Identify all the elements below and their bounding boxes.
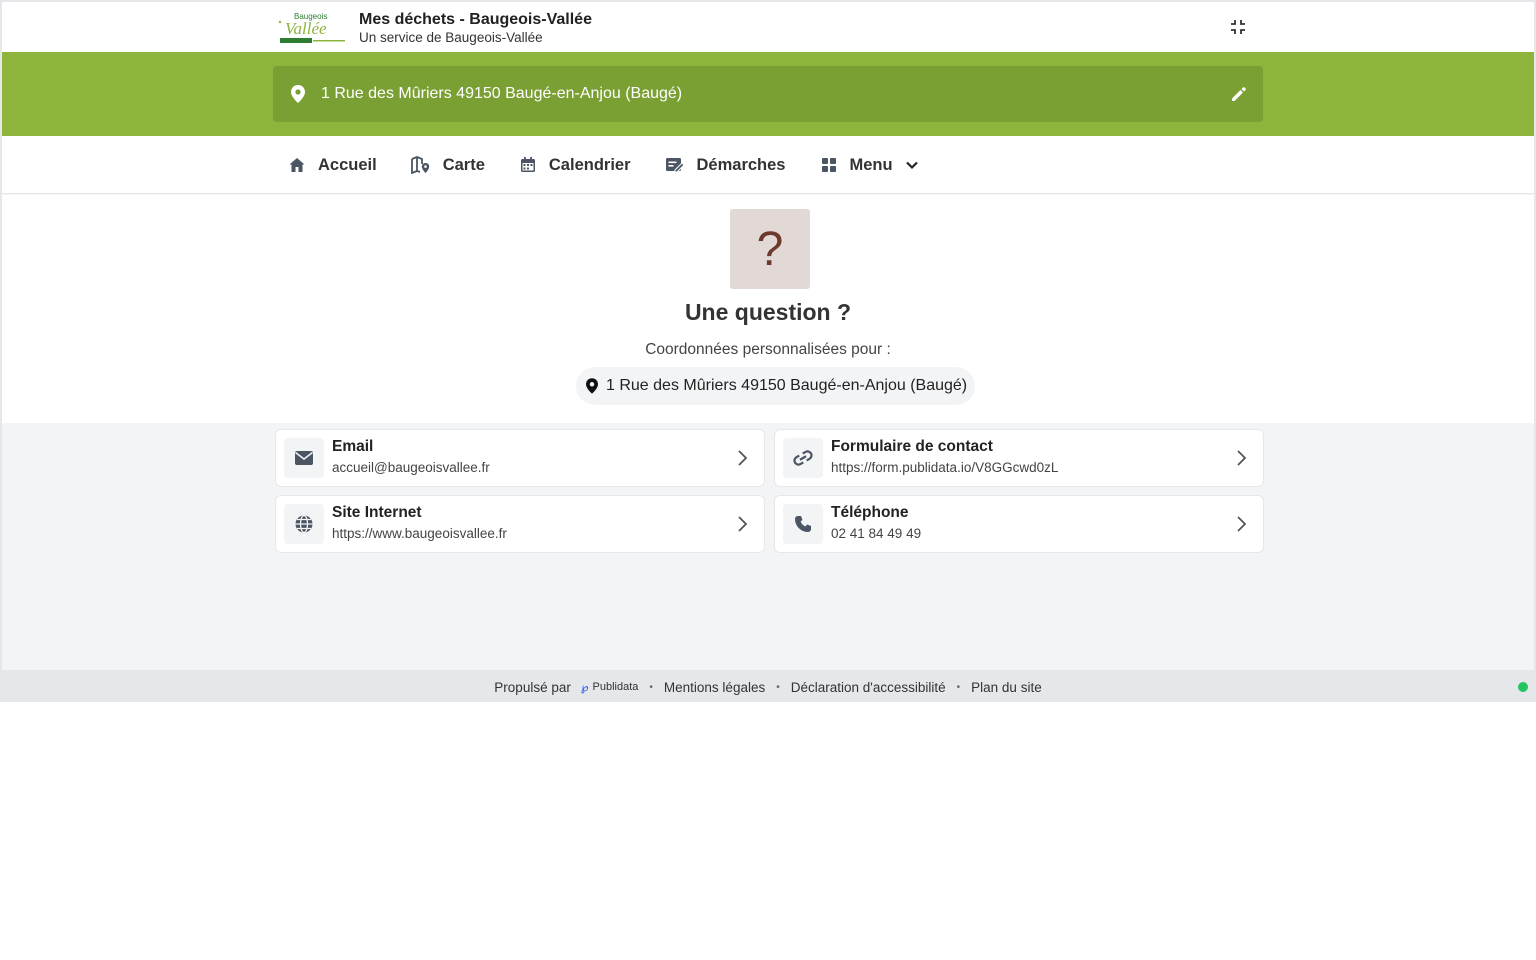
contact-card-email[interactable]: Email accueil@baugeoisvallee.fr: [275, 429, 765, 487]
page-title: Une question ?: [684, 299, 852, 325]
contact-card-website[interactable]: Site Internet https://www.baugeoisvallee…: [275, 495, 765, 553]
nav-demarches-label: Démarches: [696, 155, 786, 174]
app-frame: Baugeois Vallée Mes déchets - Baugeois-V…: [0, 0, 1536, 702]
grid-icon: [821, 158, 836, 172]
map-icon: [410, 156, 429, 174]
nav-menu[interactable]: Menu: [816, 145, 923, 185]
link-icon: [783, 438, 823, 478]
contact-card-phone[interactable]: Téléphone 02 41 84 49 49: [774, 495, 1264, 553]
chevron-right-icon: [738, 450, 748, 466]
envelope-icon: [284, 438, 324, 478]
contact-value: accueil@baugeoisvallee.fr: [332, 460, 490, 475]
globe-icon: [284, 504, 324, 544]
nav-menu-label: Menu: [849, 155, 893, 174]
main-nav: Accueil Carte Calendrier Démarches Menu: [2, 136, 1534, 194]
question-section: ? Une question ? Coordonnées personnalis…: [2, 195, 1534, 423]
contact-value: 02 41 84 49 49: [831, 526, 922, 541]
hero-address-text: 1 Rue des Mûriers 49150 Baugé-en-Anjou (…: [606, 377, 968, 394]
chevron-down-icon: [905, 161, 918, 170]
nav-demarches[interactable]: Démarches: [661, 145, 790, 185]
footer-separator: •: [956, 681, 961, 693]
collapse-button[interactable]: [1226, 15, 1250, 39]
sitemap-link[interactable]: Plan du site: [971, 680, 1042, 695]
address-selector[interactable]: 1 Rue des Mûriers 49150 Baugé-en-Anjou (…: [273, 66, 1263, 122]
accessibility-link[interactable]: Déclaration d'accessibilité: [791, 680, 946, 695]
contact-value: https://form.publidata.io/V8GGcwd0zL: [831, 460, 1059, 475]
compress-icon: [1231, 20, 1245, 34]
hero-subtitle: Coordonnées personnalisées pour :: [645, 341, 891, 358]
hero-address-chip: 1 Rue des Mûriers 49150 Baugé-en-Anjou (…: [576, 367, 976, 405]
map-pin-icon: [289, 85, 307, 103]
header: Baugeois Vallée Mes déchets - Baugeois-V…: [2, 2, 1534, 52]
map-pin-icon: [586, 378, 598, 394]
nav-accueil[interactable]: Accueil: [284, 145, 381, 185]
footer: Propulsé par ℘ Publidata • Mentions léga…: [2, 670, 1534, 702]
chevron-right-icon: [1237, 450, 1247, 466]
nav-calendrier[interactable]: Calendrier: [515, 145, 635, 185]
publidata-brand: Publidata: [592, 681, 639, 693]
home-icon: [289, 158, 305, 172]
phone-icon: [783, 504, 823, 544]
nav-accueil-label: Accueil: [318, 155, 377, 174]
question-icon: ?: [730, 209, 810, 289]
powered-by-label: Propulsé par: [494, 679, 571, 695]
contact-value: https://www.baugeoisvallee.fr: [332, 526, 507, 541]
publidata-logo-icon: ℘: [580, 681, 589, 694]
app-title: Mes déchets - Baugeois-Vallée: [359, 11, 592, 28]
pencil-icon[interactable]: [1229, 84, 1249, 104]
nav-calendrier-label: Calendrier: [548, 155, 631, 174]
svg-text:Vallée: Vallée: [285, 19, 327, 38]
contact-title: Formulaire de contact: [831, 438, 993, 455]
nav-carte[interactable]: Carte: [407, 145, 489, 185]
chevron-right-icon: [1237, 516, 1247, 532]
address-band: 1 Rue des Mûriers 49150 Baugé-en-Anjou (…: [2, 52, 1534, 136]
chevron-right-icon: [738, 516, 748, 532]
footer-separator: •: [649, 681, 653, 693]
legal-link[interactable]: Mentions légales: [664, 680, 765, 695]
contact-title: Téléphone: [831, 504, 909, 521]
app-subtitle: Un service de Baugeois-Vallée: [359, 30, 543, 45]
current-address: 1 Rue des Mûriers 49150 Baugé-en-Anjou (…: [321, 85, 683, 102]
contact-card-form[interactable]: Formulaire de contact https://form.publi…: [774, 429, 1264, 487]
nav-carte-label: Carte: [442, 155, 485, 174]
form-edit-icon: [665, 158, 685, 173]
footer-separator: •: [776, 681, 780, 693]
status-indicator: [1518, 682, 1528, 692]
calendar-icon: [520, 157, 535, 172]
contact-title: Site Internet: [332, 504, 422, 521]
publidata-link[interactable]: ℘ Publidata: [581, 681, 639, 694]
baugeois-vallee-logo: Baugeois Vallée: [278, 12, 345, 43]
contact-title: Email: [332, 438, 374, 455]
